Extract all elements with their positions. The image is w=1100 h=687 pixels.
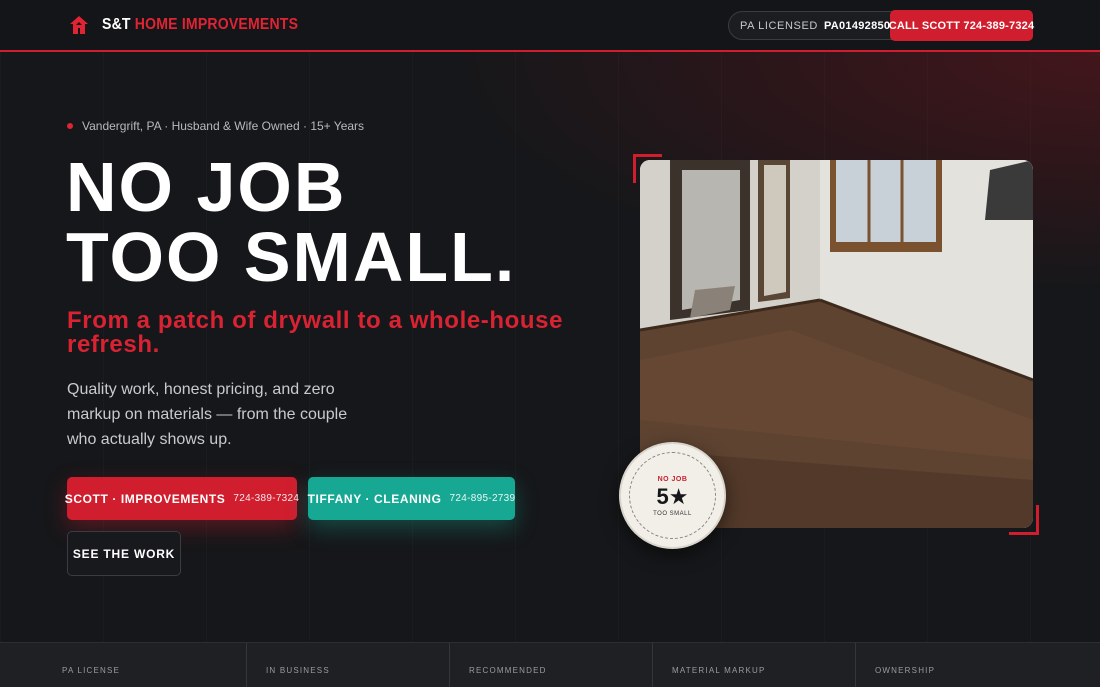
stat-label: PA LICENSE	[62, 666, 121, 675]
tiffany-cleaning-button[interactable]: TIFFANY · CLEANING 724-895-2739	[308, 477, 515, 520]
site-header: S&T HOME IMPROVEMENTS PA LICENSED PA0149…	[0, 0, 1100, 52]
license-pill: PA LICENSED PA014928502	[728, 11, 909, 40]
stat-in-business: IN BUSINESS	[247, 643, 450, 687]
scott-button-label: SCOTT · IMPROVEMENTS	[64, 491, 226, 506]
brand-name: S&T HOME IMPROVEMENTS	[102, 16, 298, 34]
location-dot-icon	[67, 123, 73, 129]
stat-label: IN BUSINESS	[266, 666, 330, 675]
headline-line-2: TOO SMALL.	[66, 218, 517, 296]
stat-label: OWNERSHIP	[875, 666, 936, 675]
license-label: PA LICENSED	[740, 19, 818, 32]
see-the-work-button[interactable]: SEE THE WORK	[67, 531, 181, 576]
badge-bottom-text: TOO SMALL	[653, 511, 692, 517]
brand-secondary: HOME IMPROVEMENTS	[134, 16, 299, 33]
stats-bar: PA LICENSE IN BUSINESS RECOMMENDED MATER…	[0, 642, 1100, 687]
hero-tagline: Vandergrift, PA · Husband & Wife Owned ·…	[67, 119, 364, 133]
scott-improvements-button[interactable]: SCOTT · IMPROVEMENTS 724-389-7324	[64, 477, 300, 520]
badge-rating: 5★	[656, 484, 689, 509]
stat-pa-license: PA LICENSE	[0, 643, 247, 687]
five-star-badge: NO JOB 5★ TOO SMALL	[619, 442, 726, 549]
stat-label: MATERIAL MARKUP	[672, 666, 766, 675]
tiffany-button-label: TIFFANY · CLEANING	[307, 491, 442, 506]
stat-recommended: RECOMMENDED	[450, 643, 653, 687]
license-number: PA014928502	[823, 19, 897, 32]
brand-primary: S&T	[102, 16, 131, 33]
hero-subheadline: From a patch of drywall to a whole-house…	[67, 307, 564, 358]
stat-material-markup: MATERIAL MARKUP	[653, 643, 856, 687]
hero-headline: NO JOB TOO SMALL.	[66, 152, 516, 292]
call-scott-button[interactable]: CALL SCOTT 724-389-7324	[889, 10, 1034, 41]
logo[interactable]: S&T HOME IMPROVEMENTS	[68, 14, 325, 36]
tiffany-button-phone: 724-895-2739	[449, 493, 516, 504]
stat-ownership: OWNERSHIP	[856, 643, 1100, 687]
tagline-text: Vandergrift, PA · Husband & Wife Owned ·…	[82, 119, 365, 133]
badge-top-text: NO JOB	[657, 476, 688, 483]
hero-description: Quality work, honest pricing, and zero m…	[67, 381, 348, 448]
headline-line-1: NO JOB	[66, 148, 347, 226]
stat-label: RECOMMENDED	[469, 666, 547, 675]
house-icon	[70, 16, 88, 34]
scott-button-phone: 724-389-7324	[233, 493, 300, 504]
